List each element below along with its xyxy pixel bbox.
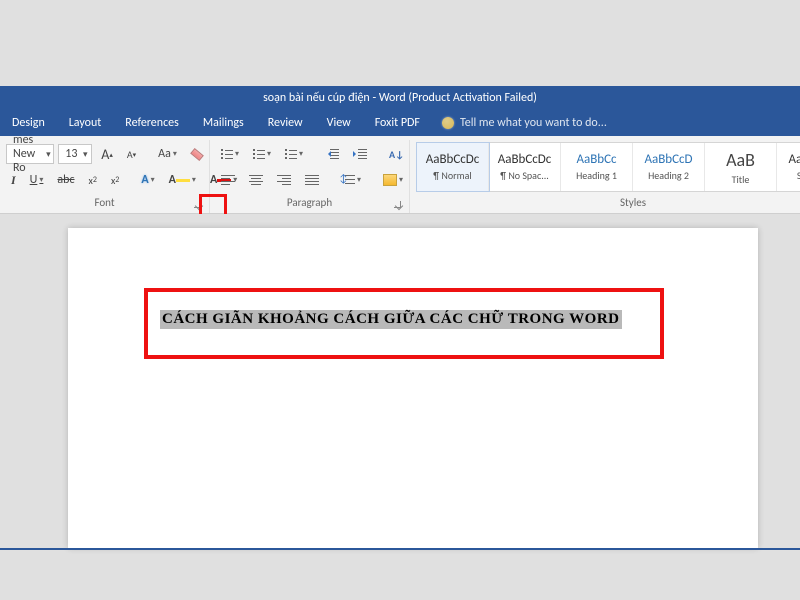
bullets-button[interactable]: ▾ <box>216 144 244 164</box>
annotation-highlight-text: CÁCH GIÃN KHOẢNG CÁCH GIỮA CÁC CHỮ TRONG… <box>144 288 664 359</box>
ribbon: mes New Ro▾ 13▾ A▴ A▾ Aa▾ I U▾ abc x2 <box>0 136 800 214</box>
change-case-button[interactable]: Aa▾ <box>153 144 182 164</box>
justify-button[interactable] <box>300 170 324 190</box>
shrink-font-button[interactable]: A▾ <box>122 144 141 164</box>
strikethrough-button[interactable]: abc <box>52 170 79 190</box>
align-center-button[interactable] <box>244 170 268 190</box>
decrease-indent-button[interactable] <box>320 144 344 164</box>
highlight-icon: A <box>169 173 176 187</box>
style-preview: AaB <box>726 149 755 171</box>
grow-font-button[interactable]: A▴ <box>96 144 118 164</box>
tab-layout[interactable]: Layout <box>57 110 114 136</box>
multilevel-list-button[interactable]: ▾ <box>280 144 308 164</box>
style-name: ¶ No Spac... <box>500 169 549 182</box>
align-right-button[interactable] <box>272 170 296 190</box>
align-center-icon <box>249 175 263 185</box>
eraser-icon <box>190 147 204 160</box>
numbering-button[interactable]: ▾ <box>248 144 276 164</box>
align-left-icon <box>221 175 235 185</box>
tell-me-placeholder: Tell me what you want to do... <box>460 116 607 130</box>
style-name: Heading 1 <box>576 169 617 182</box>
style-name: ¶ Normal <box>433 169 471 182</box>
sort-icon: A↓ <box>389 148 404 161</box>
underline-button[interactable]: U▾ <box>25 170 49 190</box>
tab-view[interactable]: View <box>315 110 363 136</box>
styles-gallery[interactable]: AaBbCcDc¶ NormalAaBbCcDc¶ No Spac...AaBb… <box>416 142 800 192</box>
style--normal[interactable]: AaBbCcDc ¶ Normal <box>417 143 489 191</box>
increase-indent-button[interactable] <box>348 144 372 164</box>
multilevel-icon <box>285 149 297 159</box>
group-paragraph-label: Paragraph <box>216 195 403 213</box>
clear-formatting-button[interactable] <box>186 144 208 164</box>
superscript-button[interactable]: x2 <box>106 170 124 190</box>
group-font-label: Font <box>6 195 203 213</box>
numbering-icon <box>253 149 265 159</box>
style-preview: AaBbCcD <box>788 152 800 167</box>
tab-mailings[interactable]: Mailings <box>191 110 256 136</box>
line-spacing-icon <box>341 174 355 186</box>
style-name: Heading 2 <box>648 169 689 182</box>
tab-foxit-pdf[interactable]: Foxit PDF <box>363 110 432 136</box>
font-size-combo[interactable]: 13 ▾ <box>58 144 92 164</box>
font-family-combo[interactable]: mes New Ro▾ <box>6 144 54 164</box>
highlight-swatch <box>176 179 190 182</box>
group-paragraph: ▾ ▾ ▾ A↓ ¶ ▾ <box>210 140 410 213</box>
group-styles: AaBbCcDc¶ NormalAaBbCcDc¶ No Spac...AaBb… <box>410 140 800 213</box>
line-spacing-button[interactable]: ▾ <box>336 170 366 190</box>
sort-button[interactable]: A↓ <box>384 144 409 164</box>
bullets-icon <box>221 149 233 159</box>
style-preview: AaBbCcD <box>644 152 692 167</box>
document-page[interactable]: CÁCH GIÃN KHOẢNG CÁCH GIỮA CÁC CHỮ TRONG… <box>68 228 758 548</box>
style-preview: AaBbCcDc <box>498 152 552 167</box>
chevron-down-icon: ▾ <box>81 149 89 160</box>
style-heading-2[interactable]: AaBbCcD Heading 2 <box>633 143 705 191</box>
increase-indent-icon <box>353 148 367 160</box>
lightbulb-icon <box>442 117 454 129</box>
window-titlebar: soạn bài nếu cúp điện - Word (Product Ac… <box>0 86 800 110</box>
decrease-indent-icon <box>325 148 339 160</box>
ribbon-tabs: Design Layout References Mailings Review… <box>0 110 800 136</box>
change-case-icon: Aa <box>158 147 171 161</box>
font-size-value: 13 <box>65 147 77 161</box>
highlight-button[interactable]: A▾ <box>164 170 201 190</box>
group-font: mes New Ro▾ 13▾ A▴ A▾ Aa▾ I U▾ abc x2 <box>0 140 210 213</box>
style-name: Title <box>732 173 750 186</box>
paragraph-dialog-launcher[interactable] <box>391 198 401 208</box>
style-subtitle[interactable]: AaBbCcDSubtitle <box>777 143 800 191</box>
document-workspace: CÁCH GIÃN KHOẢNG CÁCH GIỮA CÁC CHỮ TRONG… <box>0 214 800 600</box>
text-effects-button[interactable]: A▾ <box>136 170 159 190</box>
outer-background <box>0 0 800 86</box>
shading-button[interactable]: ▾ <box>378 170 408 190</box>
subscript-button[interactable]: x2 <box>84 170 102 190</box>
chevron-down-icon: ▾ <box>46 149 52 160</box>
selected-text[interactable]: CÁCH GIÃN KHOẢNG CÁCH GIỮA CÁC CHỮ TRONG… <box>160 310 622 329</box>
group-styles-label: Styles <box>416 195 800 213</box>
style-title[interactable]: AaB Title <box>705 143 777 191</box>
bottom-divider <box>0 548 800 550</box>
grow-font-icon: A <box>101 146 109 163</box>
window-title: soạn bài nếu cúp điện - Word (Product Ac… <box>263 91 537 105</box>
align-left-button[interactable] <box>216 170 240 190</box>
text-effects-icon: A <box>141 173 148 187</box>
shading-icon <box>383 174 397 186</box>
tab-references[interactable]: References <box>113 110 191 136</box>
style-heading-1[interactable]: AaBbCc Heading 1 <box>561 143 633 191</box>
tab-review[interactable]: Review <box>256 110 315 136</box>
justify-icon <box>305 175 319 185</box>
tell-me-box[interactable]: Tell me what you want to do... <box>432 116 617 130</box>
style-preview: AaBbCcDc <box>426 152 480 167</box>
style-preview: AaBbCc <box>576 152 616 167</box>
style--no-spac-[interactable]: AaBbCcDc ¶ No Spac... <box>489 143 561 191</box>
align-right-icon <box>277 175 291 185</box>
bold-button[interactable]: I <box>6 170 21 190</box>
